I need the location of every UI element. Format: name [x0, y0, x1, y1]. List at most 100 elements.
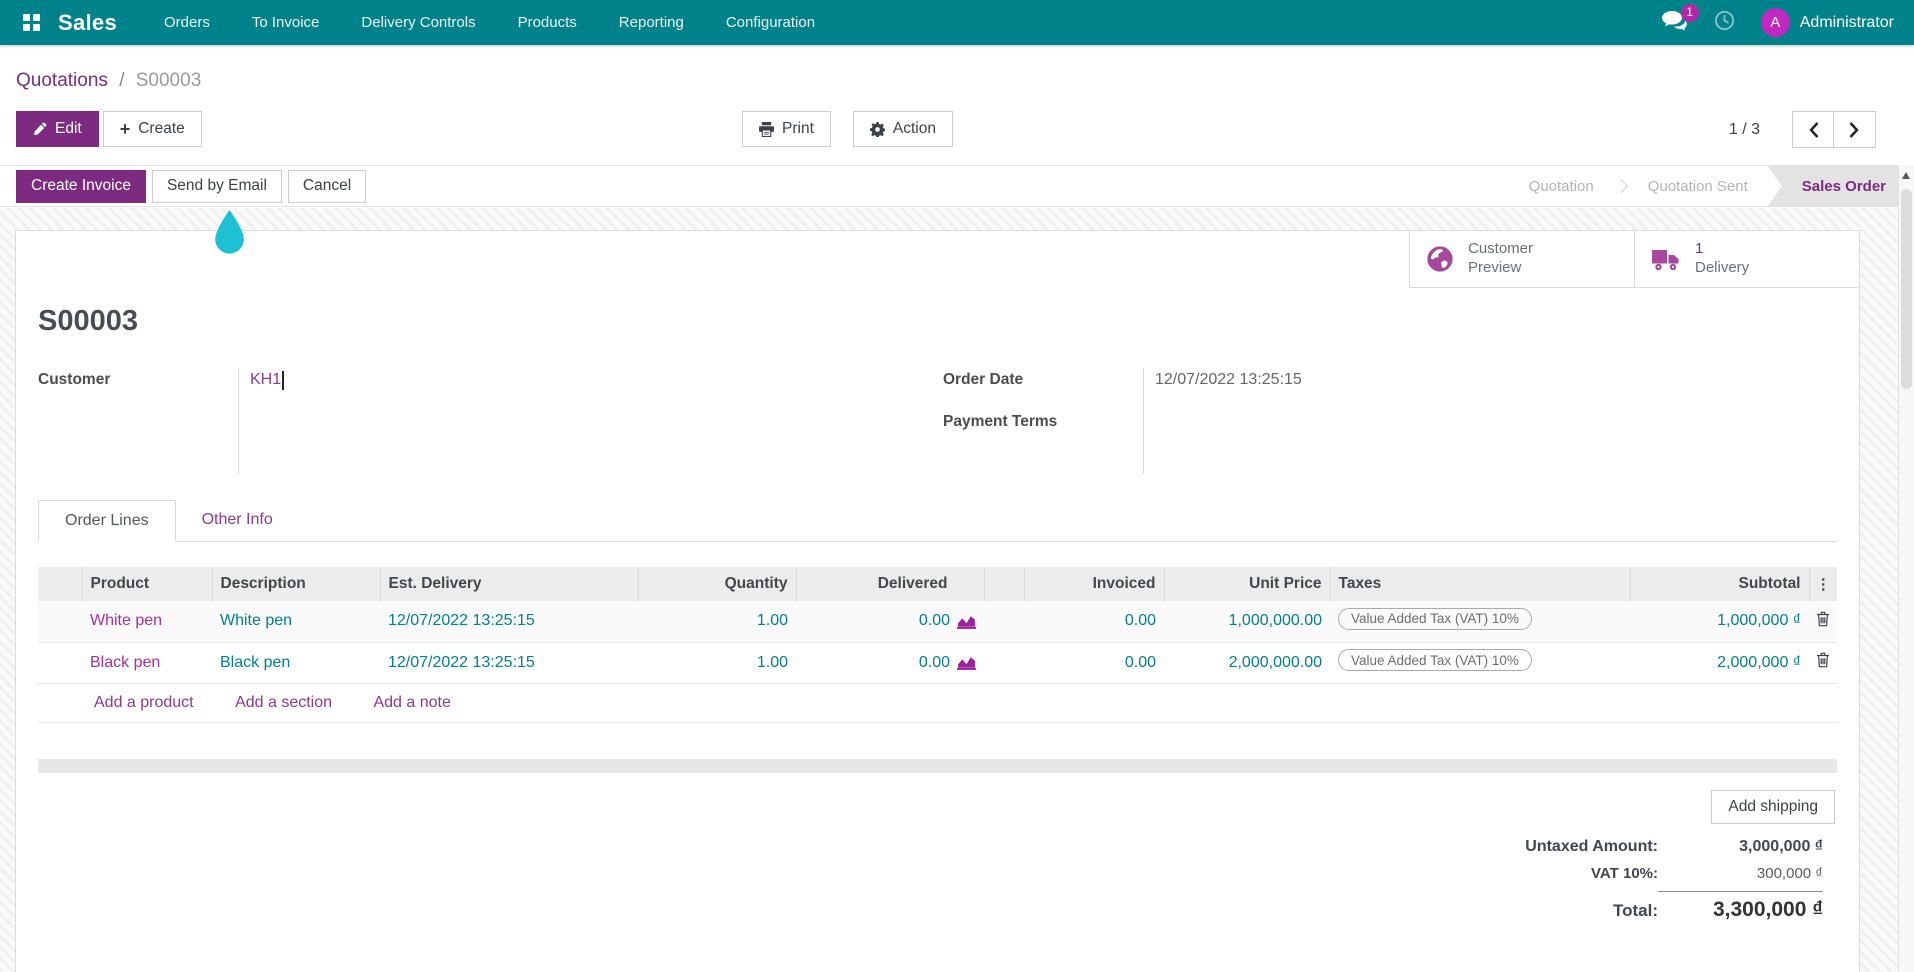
field-groups: Customer KH1 Order Date Payment Terms 12	[38, 368, 1837, 474]
totals-table: Untaxed Amount: 3,000,000 ₫ VAT 10%: 300…	[1525, 838, 1823, 931]
order-date-value: 12/07/2022 13:25:15	[1155, 371, 1302, 388]
print-button-label: Print	[782, 120, 814, 137]
stage-quotation-sent[interactable]: Quotation Sent	[1628, 166, 1768, 206]
globe-icon	[1427, 246, 1453, 272]
user-menu[interactable]: A Administrator	[1760, 8, 1894, 37]
trash-icon	[1817, 611, 1829, 627]
menu-configuration[interactable]: Configuration	[705, 0, 836, 45]
action-button[interactable]: Action	[852, 111, 953, 147]
stage-pipeline: Quotation Quotation Sent Sales Order	[1509, 166, 1914, 206]
customer-preview-button[interactable]: Customer Preview	[1409, 231, 1634, 288]
messages-icon[interactable]: 1	[1661, 3, 1699, 35]
add-a-section-link[interactable]: Add a section	[235, 694, 332, 711]
horizontal-scrollbar[interactable]	[38, 758, 1837, 773]
subtotal-cell: 1,000,000 ₫	[1630, 601, 1809, 643]
add-shipping-button[interactable]: Add shipping	[1711, 789, 1835, 824]
add-a-note-link[interactable]: Add a note	[373, 694, 450, 711]
activities-clock-icon[interactable]	[1714, 10, 1735, 36]
delete-line-button[interactable]	[1809, 642, 1837, 684]
col-est-delivery: Est. Delivery	[379, 567, 638, 601]
record-title: S00003	[38, 305, 138, 337]
navbar-right: 1 A Administrator	[1661, 3, 1900, 37]
pager-next-button[interactable]	[1834, 111, 1876, 148]
print-button[interactable]: Print	[742, 111, 831, 147]
edit-button[interactable]: Edit	[16, 111, 99, 147]
send-by-email-button[interactable]: Send by Email	[151, 169, 282, 203]
vat-label: VAT 10%:	[1591, 864, 1658, 882]
table-header-row: Product Description Est. Delivery Quanti…	[38, 567, 1837, 601]
delivery-button[interactable]: 1 Delivery	[1634, 231, 1859, 288]
plus-icon: +	[119, 119, 131, 139]
user-name: Administrator	[1799, 13, 1894, 31]
create-invoice-button[interactable]: Create Invoice	[16, 169, 146, 203]
untaxed-amount-label: Untaxed Amount:	[1525, 837, 1658, 855]
menu-to-invoice[interactable]: To Invoice	[231, 0, 341, 45]
handle-column-header	[38, 567, 82, 601]
menu-products[interactable]: Products	[497, 0, 598, 45]
est-delivery-cell: 12/07/2022 13:25:15	[380, 601, 638, 643]
order-line-row[interactable]: Black pen Black pen 12/07/2022 13:25:15 …	[38, 642, 1837, 684]
pager-counter[interactable]: 1 / 3	[1729, 121, 1760, 139]
col-subtotal: Subtotal	[1629, 567, 1809, 601]
pager: 1 / 3	[1729, 111, 1876, 148]
breadcrumb-quotations[interactable]: Quotations	[16, 70, 108, 91]
col-spacer	[983, 567, 1024, 601]
pager-previous-button[interactable]	[1792, 111, 1834, 148]
delivery-label: 1 Delivery	[1695, 240, 1750, 276]
total-row: Total: 3,300,000 ₫	[1525, 890, 1823, 922]
create-button-label: Create	[138, 120, 185, 137]
description-cell: Black pen	[212, 642, 380, 684]
menu-delivery-controls[interactable]: Delivery Controls	[340, 0, 496, 45]
app-title[interactable]: Sales	[58, 10, 117, 36]
clock-glyph	[1714, 10, 1734, 30]
cancel-button[interactable]: Cancel	[287, 169, 367, 203]
invoiced-cell: 0.00	[1024, 642, 1164, 684]
quantity-cell: 1.00	[638, 642, 796, 684]
untaxed-amount-row: Untaxed Amount: 3,000,000 ₫	[1525, 838, 1823, 856]
order-lines-table: Product Description Est. Delivery Quanti…	[38, 567, 1837, 684]
subtotal-cell: 2,000,000 ₫	[1630, 642, 1809, 684]
order-line-row[interactable]: White pen White pen 12/07/2022 13:25:15 …	[38, 601, 1837, 643]
form-sheet: Customer Preview 1 Delivery S00003 Custo…	[15, 230, 1860, 972]
customer-preview-label: Customer Preview	[1468, 240, 1534, 276]
total-value: 3,300,000 ₫	[1658, 890, 1823, 922]
product-link[interactable]: White pen	[90, 612, 162, 629]
optional-columns-button[interactable]: ⋮	[1808, 567, 1837, 601]
tax-tag: Value Added Tax (VAT) 10%	[1338, 607, 1532, 630]
tab-other-info[interactable]: Other Info	[176, 500, 299, 541]
col-invoiced: Invoiced	[1023, 567, 1164, 601]
tax-tag: Value Added Tax (VAT) 10%	[1338, 649, 1532, 671]
col-quantity: Quantity	[637, 567, 796, 601]
truck-icon	[1652, 249, 1679, 270]
col-product: Product	[81, 567, 212, 601]
table-footer-links: Add a product Add a section Add a note	[38, 684, 1837, 723]
stage-sales-order-active[interactable]: Sales Order	[1767, 166, 1914, 206]
untaxed-amount-value: 3,000,000 ₫	[1739, 837, 1823, 855]
pencil-icon	[34, 122, 47, 136]
forecast-chart-icon[interactable]	[957, 614, 976, 629]
product-link[interactable]: Black pen	[90, 654, 160, 671]
menu-orders[interactable]: Orders	[143, 0, 231, 45]
apps-grid-icon[interactable]	[14, 0, 48, 45]
vat-value: 300,000 ₫	[1756, 864, 1823, 882]
tab-order-lines[interactable]: Order Lines	[38, 500, 176, 542]
pager-nav	[1792, 111, 1876, 148]
notebook-tabs: Order Lines Other Info	[38, 500, 1837, 542]
add-a-product-link[interactable]: Add a product	[94, 694, 194, 711]
col-taxes: Taxes	[1329, 567, 1630, 601]
create-button[interactable]: + Create	[102, 111, 202, 147]
taxes-cell: Value Added Tax (VAT) 10%	[1330, 642, 1630, 684]
action-button-label: Action	[892, 120, 936, 137]
unit-price-cell: 1,000,000.00	[1164, 601, 1330, 643]
stage-quotation[interactable]: Quotation	[1509, 166, 1614, 206]
menu-reporting[interactable]: Reporting	[598, 0, 705, 45]
forecast-chart-icon[interactable]	[957, 655, 976, 670]
scrollbar-up-arrow-icon[interactable]	[1902, 172, 1910, 179]
delete-line-button[interactable]	[1809, 601, 1837, 643]
vertical-scrollbar[interactable]	[1898, 165, 1914, 972]
breadcrumb-separator: /	[119, 70, 125, 91]
customer-input[interactable]: KH1	[250, 371, 281, 389]
control-panel: Quotations / S00003 Edit + Create Print …	[0, 45, 1914, 165]
scrollbar-thumb[interactable]	[1901, 189, 1912, 389]
onboarding-droplet-icon[interactable]	[214, 210, 245, 260]
